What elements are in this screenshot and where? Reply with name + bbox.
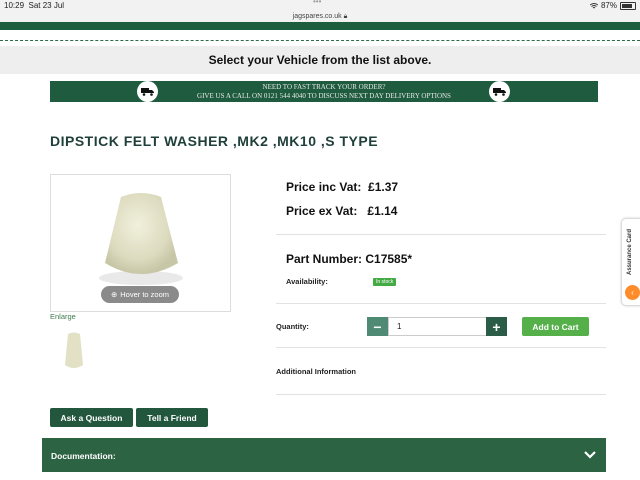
zoom-icon: ⊕ xyxy=(110,290,118,299)
fast-track-line2: Give us a call on 0121 544 4040 to discu… xyxy=(197,92,451,100)
product-image-frame[interactable]: ⊕ Hover to zoom xyxy=(50,174,231,312)
divider xyxy=(276,347,606,348)
quantity-input[interactable]: 1 xyxy=(388,317,494,336)
more-dots-icon[interactable]: ••• xyxy=(313,0,321,6)
divider xyxy=(276,303,606,304)
status-bar: 10:29 Sat 23 Jul ••• 87% xyxy=(0,0,640,12)
price-ex-vat: Price ex Vat: £1.14 xyxy=(286,204,398,218)
add-to-cart-button[interactable]: Add to Cart xyxy=(522,317,589,336)
price-inc-vat: Price inc Vat: £1.37 xyxy=(286,180,399,194)
site-header-bar xyxy=(0,22,640,30)
wifi-icon xyxy=(589,2,598,8)
fast-track-line1: Need to fast track your order? xyxy=(262,83,386,91)
hover-to-zoom-pill[interactable]: ⊕ Hover to zoom xyxy=(101,286,179,303)
part-number-value: C17585* xyxy=(365,252,413,266)
product-thumbnail[interactable] xyxy=(58,329,90,375)
zoom-label: Hover to zoom xyxy=(120,290,170,299)
enlarge-link[interactable]: Enlarge xyxy=(50,312,76,321)
documentation-label: Documentation: xyxy=(51,451,116,461)
chevron-left-icon[interactable]: ‹ xyxy=(625,285,640,300)
assurance-card-badge[interactable]: Assurance Card ‹ xyxy=(621,218,640,306)
url-text[interactable]: jagspares.co.uk xyxy=(293,13,342,20)
battery-percent: 87% xyxy=(600,1,617,10)
ask-question-button[interactable]: Ask a Question xyxy=(50,408,133,427)
quantity-increase-button[interactable]: + xyxy=(486,317,507,336)
truck-icon xyxy=(137,81,158,102)
truck-icon xyxy=(489,81,510,102)
divider xyxy=(0,40,640,41)
lock-icon: 🔒︎ xyxy=(343,13,348,20)
fast-track-banner[interactable]: Need to fast track your order? Give us a… xyxy=(50,81,598,102)
price-inc-value: £1.37 xyxy=(368,180,399,194)
quantity-decrease-button[interactable]: − xyxy=(367,317,388,336)
price-ex-value: £1.14 xyxy=(367,204,398,218)
stock-badge: In stock xyxy=(373,278,397,286)
part-number: Part Number: C17585* xyxy=(286,252,413,266)
tell-friend-button[interactable]: Tell a Friend xyxy=(136,408,208,427)
additional-information-heading[interactable]: Additional Information xyxy=(276,367,356,376)
assurance-card-label: Assurance Card xyxy=(627,228,633,276)
url-bar[interactable]: jagspares.co.uk 🔒︎ xyxy=(0,12,640,22)
battery-icon xyxy=(620,1,636,10)
vehicle-select-banner: Select your Vehicle from the list above. xyxy=(0,46,640,74)
status-time: 10:29 Sat 23 Jul xyxy=(4,1,65,10)
quantity-label: Quantity: xyxy=(276,322,309,331)
battery-fill xyxy=(622,3,633,8)
documentation-accordion[interactable]: Documentation: xyxy=(42,438,606,472)
chevron-down-icon[interactable] xyxy=(583,447,597,461)
product-title: DIPSTICK FELT WASHER ,MK2 ,MK10 ,S TYPE xyxy=(50,133,379,149)
divider xyxy=(276,394,606,395)
availability-label: Availability: xyxy=(286,277,328,286)
battery-indicator: 87% xyxy=(589,1,636,10)
divider xyxy=(276,234,606,235)
